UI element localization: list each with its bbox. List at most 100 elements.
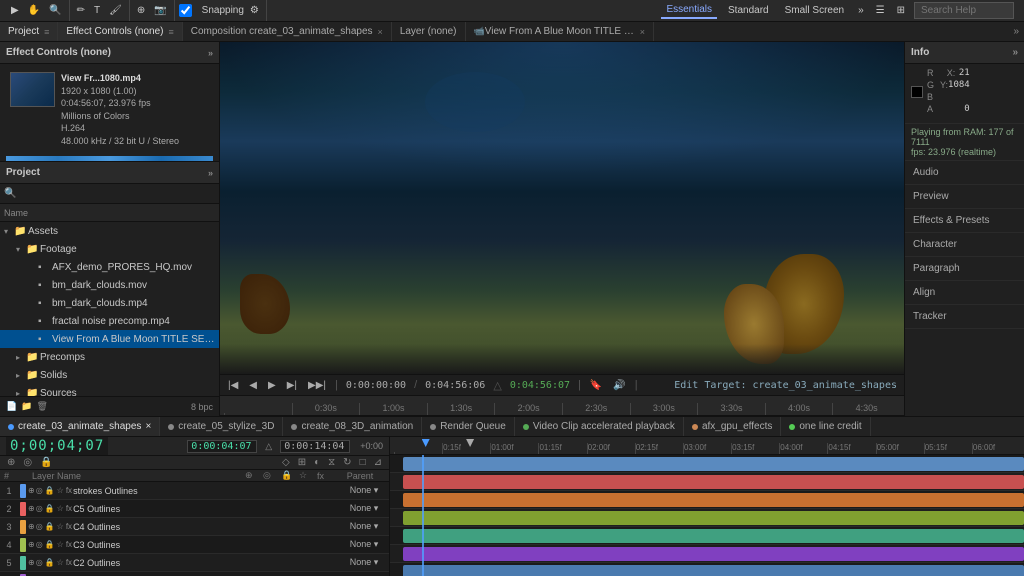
hand-tool[interactable]: ✋ — [25, 4, 43, 17]
viewer-play[interactable]: ▶ — [264, 379, 280, 392]
viewer-prev-frame[interactable]: ◀ — [245, 379, 261, 392]
tl-layer-4[interactable]: 4 ⊕ ◎ 🔒 ☆ fx C3 Outlines None ▾ — [0, 536, 389, 554]
tl-layer-1[interactable]: 1 ⊕ ◎ 🔒 ☆ fx strokes Outlines None ▾ — [0, 482, 389, 500]
right-panel-item-preview[interactable]: Preview — [905, 185, 1024, 209]
layer-fx-icon[interactable]: fx — [66, 486, 72, 495]
layer-star-icon[interactable]: ☆ — [57, 558, 64, 567]
layer-solo-icon[interactable]: ◎ — [36, 540, 43, 549]
layer-enable-icon[interactable]: ⊕ — [28, 540, 35, 549]
viewer-next-frame[interactable]: ▶| — [283, 379, 301, 392]
comp-tab-videoclip2[interactable]: Video Clip accelerated playback — [515, 417, 684, 436]
right-panel-item-align[interactable]: Align — [905, 281, 1024, 305]
layer-fx-icon[interactable]: fx — [66, 522, 72, 531]
tab-comp-close[interactable]: × — [378, 27, 383, 37]
layer-lock-icon[interactable]: 🔒 — [45, 522, 55, 531]
workspace-menu[interactable]: ☰ — [873, 4, 888, 17]
tl-enable-all[interactable]: ⊕ — [4, 456, 18, 469]
comp-tab-renderq[interactable]: Render Queue — [422, 417, 515, 436]
right-panel-item-paragraph[interactable]: Paragraph — [905, 257, 1024, 281]
comp-tab-close[interactable]: × — [145, 421, 151, 432]
layer-enable-icon[interactable]: ⊕ — [28, 504, 35, 513]
viewer-last-frame[interactable]: ▶▶| — [304, 379, 330, 392]
tree-item-bmdark2[interactable]: ▪bm_dark_clouds.mp4 — [0, 294, 219, 312]
tl-track-1[interactable] — [390, 455, 1024, 473]
layer-solo-icon[interactable]: ◎ — [36, 558, 43, 567]
layer-star-icon[interactable]: ☆ — [57, 540, 64, 549]
layer-solo-icon[interactable]: ◎ — [36, 486, 43, 495]
tab-comp[interactable]: Composition create_03_animate_shapes × — [183, 22, 392, 41]
layer-enable-icon[interactable]: ⊕ — [28, 522, 35, 531]
tab-effect-controls[interactable]: Effect Controls (none) ≡ — [58, 22, 182, 41]
anchor-tool[interactable]: ⊕ — [134, 4, 148, 17]
project-search-input[interactable] — [19, 188, 215, 199]
tl-track-2[interactable] — [390, 473, 1024, 491]
right-panel-item-audio[interactable]: Audio — [905, 161, 1024, 185]
workspace-smallscreen[interactable]: Small Screen — [780, 3, 849, 18]
tl-time-input[interactable] — [187, 440, 257, 453]
tl-layer-6[interactable]: 6 ⊕ ◎ 🔒 ☆ fx C1 Outlines None ▾ — [0, 572, 389, 576]
tl-solo-all[interactable]: ◎ — [20, 456, 35, 469]
tree-item-precomps[interactable]: ▸📁Precomps — [0, 348, 219, 366]
layer-enable-icon[interactable]: ⊕ — [28, 486, 35, 495]
tab-effect-close[interactable]: ≡ — [168, 27, 173, 37]
tree-item-solids[interactable]: ▸📁Solids — [0, 366, 219, 384]
snapping-checkbox[interactable] — [179, 4, 192, 17]
workspace-expand[interactable]: » — [855, 4, 867, 17]
tree-item-viewfrom[interactable]: ▪View From A Blue Moon TITLE SEQUENC — [0, 330, 219, 348]
tab-layer[interactable]: Layer (none) — [392, 22, 466, 41]
viewer-audio[interactable]: 🔊 — [609, 379, 629, 392]
tree-item-assets[interactable]: ▾📁Assets — [0, 222, 219, 240]
folder-icon-btn[interactable]: 📁 — [21, 401, 32, 412]
tl-layer-2[interactable]: 2 ⊕ ◎ 🔒 ☆ fx C5 Outlines None ▾ — [0, 500, 389, 518]
comp-tab-create08[interactable]: create_08_3D_animation — [283, 417, 422, 436]
layer-lock-icon[interactable]: 🔒 — [45, 486, 55, 495]
tl-renderer[interactable]: ⊿ — [371, 456, 385, 469]
effect-panel-expand[interactable]: » — [208, 48, 213, 58]
viewer-markers[interactable]: 🔖 — [586, 379, 606, 392]
layer-lock-icon[interactable]: 🔒 — [45, 540, 55, 549]
tl-layer-3[interactable]: 3 ⊕ ◎ 🔒 ☆ fx C4 Outlines None ▾ — [0, 518, 389, 536]
layer-star-icon[interactable]: ☆ — [57, 522, 64, 531]
delete-icon[interactable]: 🗑 — [36, 401, 47, 412]
right-panel-item-effects-presets[interactable]: Effects & Presets — [905, 209, 1024, 233]
tl-track-7[interactable] — [390, 563, 1024, 576]
right-panel-item-tracker[interactable]: Tracker — [905, 305, 1024, 329]
tl-track-3[interactable] — [390, 491, 1024, 509]
layer-fx-icon[interactable]: fx — [66, 558, 72, 567]
layer-lock-icon[interactable]: 🔒 — [45, 558, 55, 567]
brush-tool[interactable]: 🖌 — [106, 4, 125, 17]
layer-lock-icon[interactable]: 🔒 — [45, 504, 55, 513]
text-tool[interactable]: T — [91, 4, 103, 17]
tree-item-bmdark1[interactable]: ▪bm_dark_clouds.mov — [0, 276, 219, 294]
tab-footage[interactable]: 📹 View From A Blue Moon TITLE SEQUENCE_1… — [466, 22, 654, 41]
tab-footage-close[interactable]: × — [640, 27, 645, 37]
panel-expand-btn[interactable]: » — [1008, 26, 1024, 37]
tl-layer-5[interactable]: 5 ⊕ ◎ 🔒 ☆ fx C2 Outlines None ▾ — [0, 554, 389, 572]
layer-enable-icon[interactable]: ⊕ — [28, 558, 35, 567]
layer-solo-icon[interactable]: ◎ — [36, 504, 43, 513]
comp-tab-afxgpu2[interactable]: afx_gpu_effects — [684, 417, 781, 436]
layer-fx-icon[interactable]: fx — [66, 540, 72, 549]
pen-tool[interactable]: ✏ — [74, 4, 88, 17]
tl-motion-blur[interactable]: ◐ — [311, 456, 323, 469]
comp-tab-create05[interactable]: create_05_stylize_3D — [160, 417, 283, 436]
project-panel-expand[interactable]: » — [208, 168, 213, 178]
tl-graph-editor[interactable]: ⊞ — [295, 456, 309, 469]
tl-draft-3d[interactable]: □ — [357, 456, 369, 469]
tab-project-close[interactable]: ≡ — [44, 27, 49, 37]
tl-keyframe-nav[interactable]: ◇ — [279, 456, 293, 469]
tl-duration-input[interactable] — [280, 440, 350, 453]
workspace-settings[interactable]: ⊞ — [894, 4, 908, 17]
tl-live-update[interactable]: ↻ — [340, 456, 354, 469]
tl-frame-blend[interactable]: ⧖ — [325, 456, 338, 469]
snapping-options[interactable]: ⚙ — [247, 4, 262, 17]
selection-tool[interactable]: ▶ — [8, 4, 22, 17]
comp-tab-create03[interactable]: create_03_animate_shapes× — [0, 417, 160, 436]
tree-item-footage-folder[interactable]: ▾📁Footage — [0, 240, 219, 258]
tree-item-fractal[interactable]: ▪fractal noise precomp.mp4 — [0, 312, 219, 330]
timeline-ruler[interactable]: Time Marker relative to start of footage… — [220, 396, 904, 416]
tl-lock-all[interactable]: 🔒 — [37, 456, 55, 469]
new-item-icon[interactable]: 📄 — [6, 401, 17, 412]
tree-item-sources[interactable]: ▸📁Sources — [0, 384, 219, 396]
tree-item-afxdemo[interactable]: ▪AFX_demo_PRORES_HQ.mov — [0, 258, 219, 276]
